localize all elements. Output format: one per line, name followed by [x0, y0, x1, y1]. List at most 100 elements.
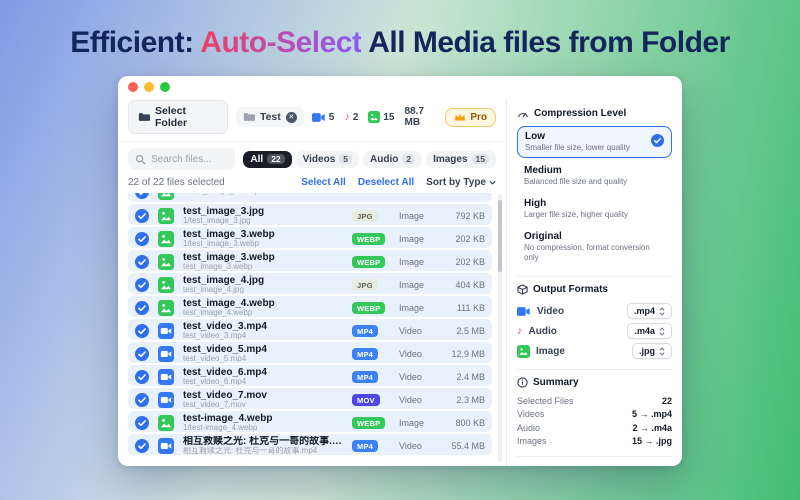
select-folder-button[interactable]: Select Folder	[128, 100, 228, 134]
check-circle-icon[interactable]	[135, 324, 151, 338]
deselect-all-button[interactable]: Deselect All	[358, 177, 414, 188]
folder-chip[interactable]: Test ✕	[236, 107, 304, 127]
select-all-button[interactable]: Select All	[301, 177, 346, 188]
file-name: test_image_3.webp	[183, 229, 345, 240]
file-kind: Image	[399, 303, 432, 313]
compression-option-desc: Balanced file size and quality	[524, 177, 665, 187]
format-select[interactable]: .mp4	[627, 303, 672, 319]
filter-chip[interactable]: All 22	[243, 151, 291, 168]
file-size: 111 KB	[439, 303, 485, 313]
file-path: test_image_3.webp	[183, 263, 345, 272]
close-button[interactable]	[128, 82, 138, 92]
file-row[interactable]: test_video_3.mp4 test_video_3.mp4 MP4 Vi…	[128, 319, 492, 340]
video-file-icon	[158, 438, 176, 454]
output-formats-title: Output Formats	[517, 284, 672, 295]
format-select[interactable]: .jpg	[632, 343, 672, 359]
file-size: 55.4 MB	[439, 441, 485, 451]
compression-option[interactable]: Original No compression, format conversi…	[517, 227, 672, 267]
check-circle-icon[interactable]	[135, 278, 151, 292]
file-row[interactable]: test_image_4.jpg test_image_4.jpg JPG Im…	[128, 273, 492, 294]
compression-option-name: Low	[525, 131, 664, 142]
compression-option-desc: Smaller file size, lower quality	[525, 143, 664, 153]
file-name: test-image_4.webp	[183, 413, 345, 424]
file-row[interactable]: 1/test_image_2.webp	[128, 193, 492, 202]
filter-chip[interactable]: Videos 5	[296, 151, 359, 168]
selection-status: 22 of 22 files selected	[128, 177, 225, 188]
file-path: test_image_4.jpg	[183, 286, 345, 295]
filter-chip[interactable]: Images 15	[426, 151, 496, 168]
file-row[interactable]: test-image_4.webp 1/test-image_4.webp WE…	[128, 411, 492, 432]
scrollbar-thumb[interactable]	[498, 200, 502, 272]
remove-folder-button[interactable]: ✕	[286, 112, 297, 123]
format-row: ♪ Audio .m4a	[517, 323, 672, 339]
format-select[interactable]: .m4a	[627, 323, 672, 339]
check-circle-icon[interactable]	[135, 301, 151, 315]
file-kind: Image	[399, 418, 432, 428]
folder-open-icon	[138, 112, 150, 122]
check-circle-icon[interactable]	[135, 193, 151, 199]
stepper-icon	[659, 327, 665, 336]
sidebar: Compression Level Low Smaller file size,…	[506, 98, 682, 466]
compression-option[interactable]: Low Smaller file size, lower quality	[517, 126, 672, 158]
file-size: 2.4 MB	[439, 372, 485, 382]
format-rows: Video .mp4 ♪ Audio .m4a Ima	[517, 299, 672, 363]
file-kind: Image	[399, 211, 432, 221]
filter-chip-label: All	[250, 154, 263, 165]
file-row[interactable]: test_video_6.mp4 test_video_6.mp4 MP4 Vi…	[128, 365, 492, 386]
file-name: test_image_4.webp	[183, 298, 345, 309]
format-row: Image .jpg	[517, 343, 672, 359]
check-circle-icon[interactable]	[135, 439, 151, 453]
file-name: test_image_3.webp	[183, 252, 345, 263]
file-size: 792 KB	[439, 211, 485, 221]
image-file-icon	[158, 231, 176, 247]
file-row[interactable]: test_video_7.mov test_video_7.mov MOV Vi…	[128, 388, 492, 409]
format-badge: WEBP	[352, 256, 385, 268]
format-badge: JPG	[352, 210, 378, 222]
compression-option-name: Original	[524, 231, 665, 242]
file-row[interactable]: test_image_3.webp 1/test_image_3.webp WE…	[128, 227, 492, 248]
check-circle-icon[interactable]	[135, 232, 151, 246]
pro-badge[interactable]: Pro	[445, 108, 496, 127]
close-icon: ✕	[288, 113, 294, 121]
sort-by-button[interactable]: Sort by Type	[426, 177, 496, 188]
file-row[interactable]: test_video_5.mp4 test_video_5.mp4 MP4 Vi…	[128, 342, 492, 363]
search-box[interactable]	[128, 148, 235, 170]
image-file-icon	[158, 277, 176, 293]
file-row[interactable]: test_image_4.webp test_image_4.webp WEBP…	[128, 296, 492, 317]
check-circle-icon[interactable]	[135, 347, 151, 361]
format-badge: MP4	[352, 325, 378, 337]
file-size: 2.3 MB	[439, 395, 485, 405]
filter-chip-label: Videos	[303, 154, 336, 165]
compression-option-name: High	[524, 198, 665, 209]
check-circle-icon[interactable]	[135, 370, 151, 384]
scrollbar[interactable]	[498, 195, 502, 462]
file-row[interactable]: test_image_3.webp test_image_3.webp WEBP…	[128, 250, 492, 271]
file-row[interactable]: test_image_3.jpg 1/test_image_3.jpg JPG …	[128, 204, 492, 225]
minimize-button[interactable]	[144, 82, 154, 92]
search-input[interactable]	[151, 154, 228, 165]
compression-option[interactable]: High Larger file size, higher quality	[517, 194, 672, 224]
check-circle-icon[interactable]	[135, 416, 151, 430]
file-path: test_image_4.webp	[183, 309, 345, 318]
image-file-icon	[158, 254, 176, 270]
compression-section-title: Compression Level	[517, 108, 672, 119]
filter-chip[interactable]: Audio 2	[363, 151, 422, 168]
file-kind: Video	[399, 441, 432, 451]
format-label: Image	[536, 346, 565, 357]
check-circle-icon[interactable]	[135, 255, 151, 269]
summary-value: 22	[662, 396, 672, 406]
zoom-button[interactable]	[160, 82, 170, 92]
check-circle-icon[interactable]	[135, 393, 151, 407]
file-kind: Image	[399, 280, 432, 290]
filter-chip-label: Images	[433, 154, 467, 165]
summary-value: 5 → .mp4	[632, 409, 672, 419]
divider	[517, 369, 672, 370]
check-circle-icon[interactable]	[135, 209, 151, 223]
format-badge: JPG	[352, 279, 378, 291]
file-row[interactable]: 相互救赎之光: 杜克与一哥的故事.mp4 相互救赎之光: 杜克与一哥的故事.mp…	[128, 434, 492, 455]
audio-count: 2	[353, 112, 359, 123]
info-icon	[517, 377, 528, 388]
summary-row: Videos 5 → .mp4	[517, 409, 672, 419]
file-path: 相互救赎之光: 杜克与一哥的故事.mp4	[183, 447, 345, 456]
compression-option[interactable]: Medium Balanced file size and quality	[517, 161, 672, 191]
